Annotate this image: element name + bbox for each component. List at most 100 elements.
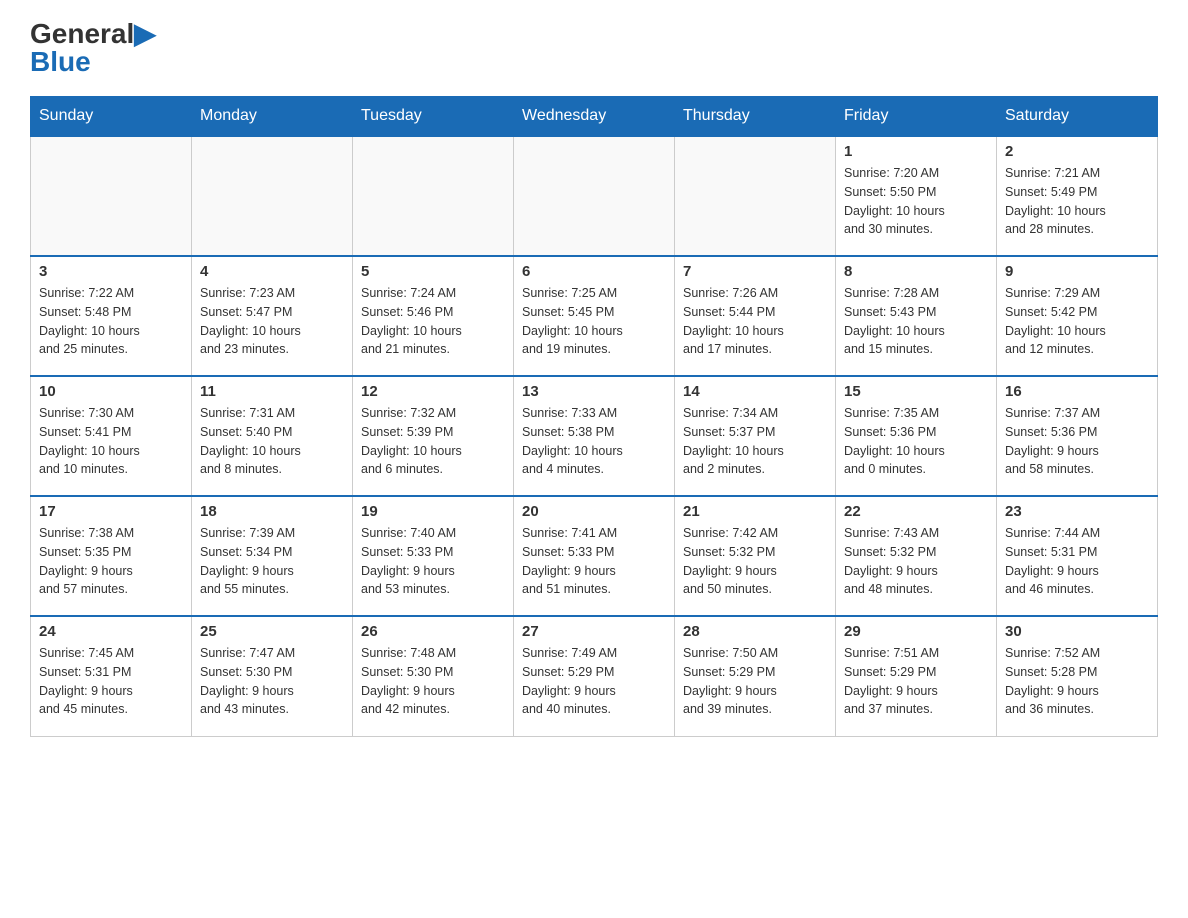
calendar-day-cell: 17 Sunrise: 7:38 AMSunset: 5:35 PMDayligh… <box>31 496 192 616</box>
calendar-day-cell <box>514 136 675 256</box>
calendar-day-cell: 14 Sunrise: 7:34 AMSunset: 5:37 PMDayligh… <box>675 376 836 496</box>
day-number: 20 <box>522 503 666 520</box>
day-info: Sunrise: 7:51 AMSunset: 5:29 PMDaylight:… <box>844 644 988 719</box>
calendar-week-row: 1Sunrise: 7:20 AMSunset: 5:50 PMDaylight… <box>31 136 1158 256</box>
day-number: 5 <box>361 263 505 280</box>
calendar-day-cell: 24 Sunrise: 7:45 AMSunset: 5:31 PMDayligh… <box>31 616 192 736</box>
calendar-day-cell: 2 Sunrise: 7:21 AMSunset: 5:49 PMDaylight… <box>997 136 1158 256</box>
day-number: 18 <box>200 503 344 520</box>
day-info: Sunrise: 7:39 AMSunset: 5:34 PMDaylight:… <box>200 524 344 599</box>
day-number: 8 <box>844 263 988 280</box>
calendar-day-cell: 29Sunrise: 7:51 AMSunset: 5:29 PMDayligh… <box>836 616 997 736</box>
day-info: Sunrise: 7:52 AMSunset: 5:28 PMDaylight:… <box>1005 644 1149 719</box>
day-info: Sunrise: 7:30 AMSunset: 5:41 PMDaylight:… <box>39 404 183 479</box>
calendar-day-cell <box>675 136 836 256</box>
day-info: Sunrise: 7:47 AMSunset: 5:30 PMDaylight:… <box>200 644 344 719</box>
calendar-day-cell: 30 Sunrise: 7:52 AMSunset: 5:28 PMDayligh… <box>997 616 1158 736</box>
day-info: Sunrise: 7:29 AMSunset: 5:42 PMDaylight:… <box>1005 284 1149 359</box>
calendar-table: SundayMondayTuesdayWednesdayThursdayFrid… <box>30 96 1158 737</box>
calendar-day-cell: 9 Sunrise: 7:29 AMSunset: 5:42 PMDaylight… <box>997 256 1158 376</box>
day-info: Sunrise: 7:24 AMSunset: 5:46 PMDaylight:… <box>361 284 505 359</box>
calendar-day-cell: 11 Sunrise: 7:31 AMSunset: 5:40 PMDayligh… <box>192 376 353 496</box>
calendar-header-monday: Monday <box>192 97 353 137</box>
day-number: 4 <box>200 263 344 280</box>
day-info: Sunrise: 7:22 AMSunset: 5:48 PMDaylight:… <box>39 284 183 359</box>
day-number: 26 <box>361 623 505 640</box>
day-number: 30 <box>1005 623 1149 640</box>
day-number: 10 <box>39 383 183 400</box>
calendar-day-cell: 25 Sunrise: 7:47 AMSunset: 5:30 PMDayligh… <box>192 616 353 736</box>
calendar-day-cell: 21 Sunrise: 7:42 AMSunset: 5:32 PMDayligh… <box>675 496 836 616</box>
calendar-day-cell: 28 Sunrise: 7:50 AMSunset: 5:29 PMDayligh… <box>675 616 836 736</box>
day-number: 2 <box>1005 143 1149 160</box>
day-number: 22 <box>844 503 988 520</box>
day-number: 7 <box>683 263 827 280</box>
day-info: Sunrise: 7:41 AMSunset: 5:33 PMDaylight:… <box>522 524 666 599</box>
day-info: Sunrise: 7:42 AMSunset: 5:32 PMDaylight:… <box>683 524 827 599</box>
logo-blue-text: Blue <box>30 48 91 76</box>
day-info: Sunrise: 7:32 AMSunset: 5:39 PMDaylight:… <box>361 404 505 479</box>
calendar-week-row: 17 Sunrise: 7:38 AMSunset: 5:35 PMDayligh… <box>31 496 1158 616</box>
logo-general-text: General▶ <box>30 20 156 48</box>
day-info: Sunrise: 7:31 AMSunset: 5:40 PMDaylight:… <box>200 404 344 479</box>
calendar-day-cell: 5 Sunrise: 7:24 AMSunset: 5:46 PMDaylight… <box>353 256 514 376</box>
calendar-header-saturday: Saturday <box>997 97 1158 137</box>
day-info: Sunrise: 7:21 AMSunset: 5:49 PMDaylight:… <box>1005 164 1149 239</box>
calendar-header-thursday: Thursday <box>675 97 836 137</box>
day-info: Sunrise: 7:50 AMSunset: 5:29 PMDaylight:… <box>683 644 827 719</box>
calendar-header-tuesday: Tuesday <box>353 97 514 137</box>
calendar-day-cell: 20 Sunrise: 7:41 AMSunset: 5:33 PMDayligh… <box>514 496 675 616</box>
day-number: 11 <box>200 383 344 400</box>
calendar-day-cell: 1Sunrise: 7:20 AMSunset: 5:50 PMDaylight… <box>836 136 997 256</box>
day-info: Sunrise: 7:48 AMSunset: 5:30 PMDaylight:… <box>361 644 505 719</box>
day-number: 21 <box>683 503 827 520</box>
calendar-day-cell: 22 Sunrise: 7:43 AMSunset: 5:32 PMDayligh… <box>836 496 997 616</box>
day-number: 27 <box>522 623 666 640</box>
calendar-week-row: 10 Sunrise: 7:30 AMSunset: 5:41 PMDayligh… <box>31 376 1158 496</box>
calendar-day-cell: 15Sunrise: 7:35 AMSunset: 5:36 PMDayligh… <box>836 376 997 496</box>
calendar-week-row: 24 Sunrise: 7:45 AMSunset: 5:31 PMDayligh… <box>31 616 1158 736</box>
calendar-day-cell: 10 Sunrise: 7:30 AMSunset: 5:41 PMDayligh… <box>31 376 192 496</box>
day-info: Sunrise: 7:28 AMSunset: 5:43 PMDaylight:… <box>844 284 988 359</box>
day-info: Sunrise: 7:23 AMSunset: 5:47 PMDaylight:… <box>200 284 344 359</box>
calendar-day-cell <box>192 136 353 256</box>
day-info: Sunrise: 7:43 AMSunset: 5:32 PMDaylight:… <box>844 524 988 599</box>
day-number: 24 <box>39 623 183 640</box>
day-number: 12 <box>361 383 505 400</box>
logo: General▶ Blue <box>30 20 156 76</box>
day-number: 28 <box>683 623 827 640</box>
day-info: Sunrise: 7:44 AMSunset: 5:31 PMDaylight:… <box>1005 524 1149 599</box>
day-info: Sunrise: 7:34 AMSunset: 5:37 PMDaylight:… <box>683 404 827 479</box>
day-number: 9 <box>1005 263 1149 280</box>
day-info: Sunrise: 7:38 AMSunset: 5:35 PMDaylight:… <box>39 524 183 599</box>
day-info: Sunrise: 7:40 AMSunset: 5:33 PMDaylight:… <box>361 524 505 599</box>
day-number: 23 <box>1005 503 1149 520</box>
day-info: Sunrise: 7:25 AMSunset: 5:45 PMDaylight:… <box>522 284 666 359</box>
calendar-day-cell <box>31 136 192 256</box>
calendar-day-cell: 12 Sunrise: 7:32 AMSunset: 5:39 PMDayligh… <box>353 376 514 496</box>
day-number: 6 <box>522 263 666 280</box>
calendar-day-cell: 4 Sunrise: 7:23 AMSunset: 5:47 PMDaylight… <box>192 256 353 376</box>
calendar-header-row: SundayMondayTuesdayWednesdayThursdayFrid… <box>31 97 1158 137</box>
day-number: 17 <box>39 503 183 520</box>
calendar-day-cell: 13 Sunrise: 7:33 AMSunset: 5:38 PMDayligh… <box>514 376 675 496</box>
day-info: Sunrise: 7:20 AMSunset: 5:50 PMDaylight:… <box>844 164 988 239</box>
day-number: 13 <box>522 383 666 400</box>
day-info: Sunrise: 7:49 AMSunset: 5:29 PMDaylight:… <box>522 644 666 719</box>
calendar-day-cell: 3Sunrise: 7:22 AMSunset: 5:48 PMDaylight… <box>31 256 192 376</box>
day-number: 14 <box>683 383 827 400</box>
calendar-day-cell: 16 Sunrise: 7:37 AMSunset: 5:36 PMDayligh… <box>997 376 1158 496</box>
calendar-day-cell: 19 Sunrise: 7:40 AMSunset: 5:33 PMDayligh… <box>353 496 514 616</box>
calendar-day-cell: 8 Sunrise: 7:28 AMSunset: 5:43 PMDaylight… <box>836 256 997 376</box>
calendar-header-sunday: Sunday <box>31 97 192 137</box>
day-number: 25 <box>200 623 344 640</box>
page-header: General▶ Blue <box>30 20 1158 76</box>
day-info: Sunrise: 7:33 AMSunset: 5:38 PMDaylight:… <box>522 404 666 479</box>
calendar-header-wednesday: Wednesday <box>514 97 675 137</box>
day-number: 16 <box>1005 383 1149 400</box>
day-number: 19 <box>361 503 505 520</box>
day-info: Sunrise: 7:26 AMSunset: 5:44 PMDaylight:… <box>683 284 827 359</box>
day-info: Sunrise: 7:37 AMSunset: 5:36 PMDaylight:… <box>1005 404 1149 479</box>
calendar-week-row: 3Sunrise: 7:22 AMSunset: 5:48 PMDaylight… <box>31 256 1158 376</box>
day-info: Sunrise: 7:45 AMSunset: 5:31 PMDaylight:… <box>39 644 183 719</box>
